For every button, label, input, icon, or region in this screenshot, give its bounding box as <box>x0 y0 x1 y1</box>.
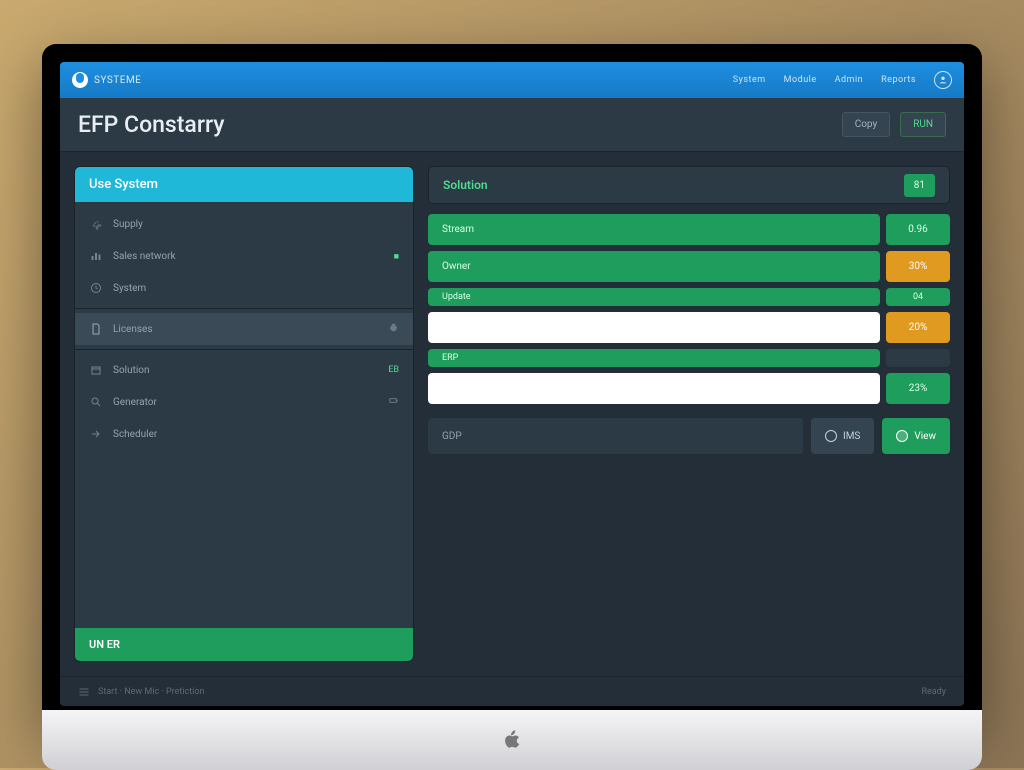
panel-header: Solution 81 <box>428 166 950 204</box>
sidebar-item-tag: EB <box>388 365 399 375</box>
row-value: 04 <box>886 288 950 306</box>
topbar-nav: System Module Admin Reports <box>733 71 952 89</box>
run-button[interactable]: RUN <box>900 112 946 137</box>
sidebar-item-label: Scheduler <box>113 429 157 440</box>
row-input-2: 23% <box>428 373 950 404</box>
sidebar-item-label: Generator <box>113 397 157 408</box>
box-icon <box>89 363 103 377</box>
data-rows: Stream 0.96 Owner 30% Update 04 20% <box>428 214 950 404</box>
row-label[interactable]: Stream <box>428 214 880 245</box>
row-value: 30% <box>886 251 950 282</box>
chart-icon <box>89 249 103 263</box>
battery-icon <box>388 395 399 409</box>
doc-icon <box>89 322 103 336</box>
panel-title: Solution <box>443 178 488 192</box>
button-label: IMS <box>843 431 860 442</box>
sidebar: Use System Supply Sales network ■ <box>74 166 414 662</box>
row-label[interactable]: ERP <box>428 349 880 367</box>
row-label[interactable]: Update <box>428 288 880 306</box>
text-input[interactable] <box>428 312 880 343</box>
content-panel: Solution 81 Stream 0.96 Owner 30% Update… <box>428 166 950 662</box>
sidebar-item-system[interactable]: System <box>75 272 413 304</box>
row-owner: Owner 30% <box>428 251 950 282</box>
sidebar-item-label: Sales network <box>113 251 176 262</box>
brand-icon <box>72 72 88 88</box>
row-value <box>886 349 950 367</box>
status-right: Ready <box>921 687 946 697</box>
row-label[interactable]: Owner <box>428 251 880 282</box>
topbar: SYSTEME System Module Admin Reports <box>60 62 964 98</box>
row-stream: Stream 0.96 <box>428 214 950 245</box>
monitor-frame: SYSTEME System Module Admin Reports EFP … <box>42 44 982 724</box>
app-screen: SYSTEME System Module Admin Reports EFP … <box>60 62 964 706</box>
row-value: 0.96 <box>886 214 950 245</box>
sidebar-item-solution[interactable]: Solution EB <box>75 354 413 386</box>
input-field-1[interactable] <box>428 312 880 343</box>
input-field-2[interactable] <box>428 373 880 404</box>
panel-header-value: 81 <box>904 174 935 197</box>
titlebar: EFP Constarry Copy RUN <box>60 98 964 152</box>
row-value: 23% <box>886 373 950 404</box>
topnav-reports[interactable]: Reports <box>881 75 916 85</box>
sidebar-footer[interactable]: UN ER <box>75 628 413 661</box>
separator <box>75 308 413 309</box>
gear-icon <box>89 217 103 231</box>
copy-button[interactable]: Copy <box>842 112 891 137</box>
sidebar-item-sales[interactable]: Sales network ■ <box>75 240 413 272</box>
sidebar-item-label: Solution <box>113 365 150 376</box>
brand-text: SYSTEME <box>94 75 141 86</box>
circle-icon <box>825 430 837 442</box>
sidebar-item-supply[interactable]: Supply <box>75 208 413 240</box>
brand: SYSTEME <box>72 72 141 88</box>
row-update: Update 04 <box>428 288 950 306</box>
row-input-1: 20% <box>428 312 950 343</box>
circle-icon <box>896 430 908 442</box>
text-input[interactable] <box>428 373 880 404</box>
main-area: Use System Supply Sales network ■ <box>60 152 964 676</box>
sidebar-item-label: System <box>113 283 146 294</box>
printer-icon <box>388 322 399 336</box>
ims-button[interactable]: IMS <box>811 418 874 454</box>
sidebar-item-scheduler[interactable]: Scheduler <box>75 418 413 450</box>
arrow-icon <box>89 427 103 441</box>
clock-icon <box>89 281 103 295</box>
sidebar-item-label: Licenses <box>113 324 153 335</box>
statusbar: Start · New Mic · Pretiction Ready <box>60 676 964 706</box>
sidebar-header: Use System <box>75 167 413 202</box>
footer-label: GDP <box>428 418 803 454</box>
menu-icon <box>78 686 90 698</box>
row-erp: ERP <box>428 349 950 367</box>
page-title: EFP Constarry <box>78 111 225 138</box>
sidebar-item-label: Supply <box>113 219 143 230</box>
topnav-module[interactable]: Module <box>784 75 817 85</box>
topnav-system[interactable]: System <box>733 75 766 85</box>
sidebar-list: Supply Sales network ■ System <box>75 202 413 628</box>
sidebar-item-licenses[interactable]: Licenses <box>75 313 413 345</box>
row-value: 20% <box>886 312 950 343</box>
sidebar-item-tag: ■ <box>394 251 399 262</box>
user-avatar-icon[interactable] <box>934 71 952 89</box>
view-button[interactable]: View <box>882 418 950 454</box>
topnav-admin[interactable]: Admin <box>835 75 864 85</box>
button-label: View <box>914 431 936 442</box>
panel-footer: GDP IMS View <box>428 418 950 454</box>
sidebar-item-generator[interactable]: Generator <box>75 386 413 418</box>
apple-logo-icon <box>499 727 525 753</box>
status-left: Start · New Mic · Pretiction <box>98 687 204 697</box>
monitor-chin <box>42 710 982 770</box>
search-icon <box>89 395 103 409</box>
separator <box>75 349 413 350</box>
